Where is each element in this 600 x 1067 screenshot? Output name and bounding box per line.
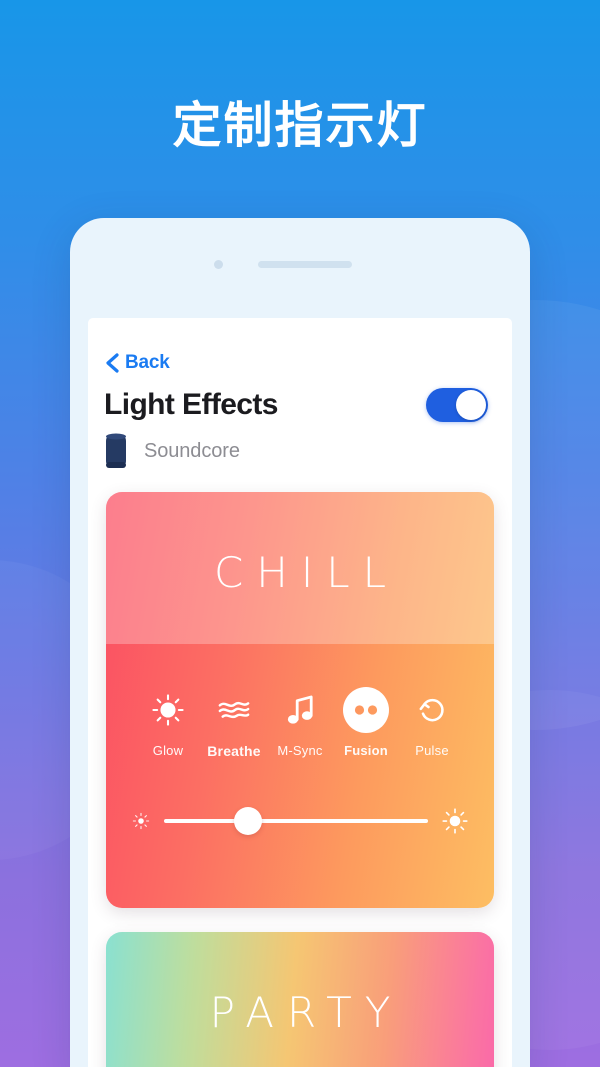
device-name: Soundcore (144, 439, 240, 462)
sun-icon (152, 688, 184, 732)
brightness-high-icon (442, 808, 468, 834)
effect-card-party[interactable]: PARTY (106, 932, 494, 1067)
effect-mode-label: Fusion (344, 743, 388, 758)
effect-mode-glow[interactable]: Glow (136, 688, 200, 758)
effect-card-list: CHILL Glow Breathe M-Sync Fusion Pulse P… (88, 492, 512, 1067)
refresh-cycle-icon (417, 688, 448, 732)
back-button-label: Back (125, 352, 170, 373)
waves-icon (217, 688, 251, 732)
brightness-low-icon (132, 812, 150, 830)
toggle-knob (456, 390, 486, 420)
slider-track (164, 819, 428, 823)
app-screen: Back Light Effects Soundcore CHILL Glow … (88, 318, 512, 1067)
effect-mode-label: Glow (152, 743, 184, 758)
effect-mode-label: M-Sync (277, 743, 323, 758)
effect-mode-pulse[interactable]: Pulse (400, 688, 464, 758)
effect-mode-label: Pulse (415, 743, 449, 758)
chevron-left-icon (106, 353, 119, 373)
effect-mode-fusion[interactable]: Fusion (334, 686, 398, 758)
effect-mode-breathe[interactable]: Breathe (202, 688, 266, 759)
effect-card-title: CHILL (213, 548, 400, 597)
phone-earpiece-icon (258, 261, 352, 268)
device-row[interactable]: Soundcore (104, 432, 512, 470)
effect-mode-msync[interactable]: M-Sync (268, 688, 332, 758)
brightness-slider[interactable] (164, 806, 428, 836)
light-effects-header: Light Effects (104, 388, 488, 422)
slider-thumb[interactable] (234, 807, 263, 835)
brightness-slider-row (106, 806, 494, 836)
effect-mode-row: Glow Breathe M-Sync Fusion Pulse (106, 686, 494, 759)
page-title: 定制指示灯 (172, 99, 428, 153)
light-effects-toggle[interactable] (426, 388, 488, 422)
phone-camera-icon (214, 260, 223, 269)
effect-mode-label: Breathe (207, 743, 261, 759)
effect-card-title: PARTY (209, 988, 404, 1037)
two-dots-circle-icon (342, 686, 390, 734)
speaker-icon (106, 433, 126, 468)
music-note-icon (286, 688, 314, 732)
light-effects-title: Light Effects (104, 388, 278, 421)
effect-card-chill[interactable]: CHILL Glow Breathe M-Sync Fusion Pulse (106, 492, 494, 908)
phone-mockup: Back Light Effects Soundcore CHILL Glow … (70, 218, 530, 1067)
back-button[interactable]: Back (104, 352, 512, 374)
